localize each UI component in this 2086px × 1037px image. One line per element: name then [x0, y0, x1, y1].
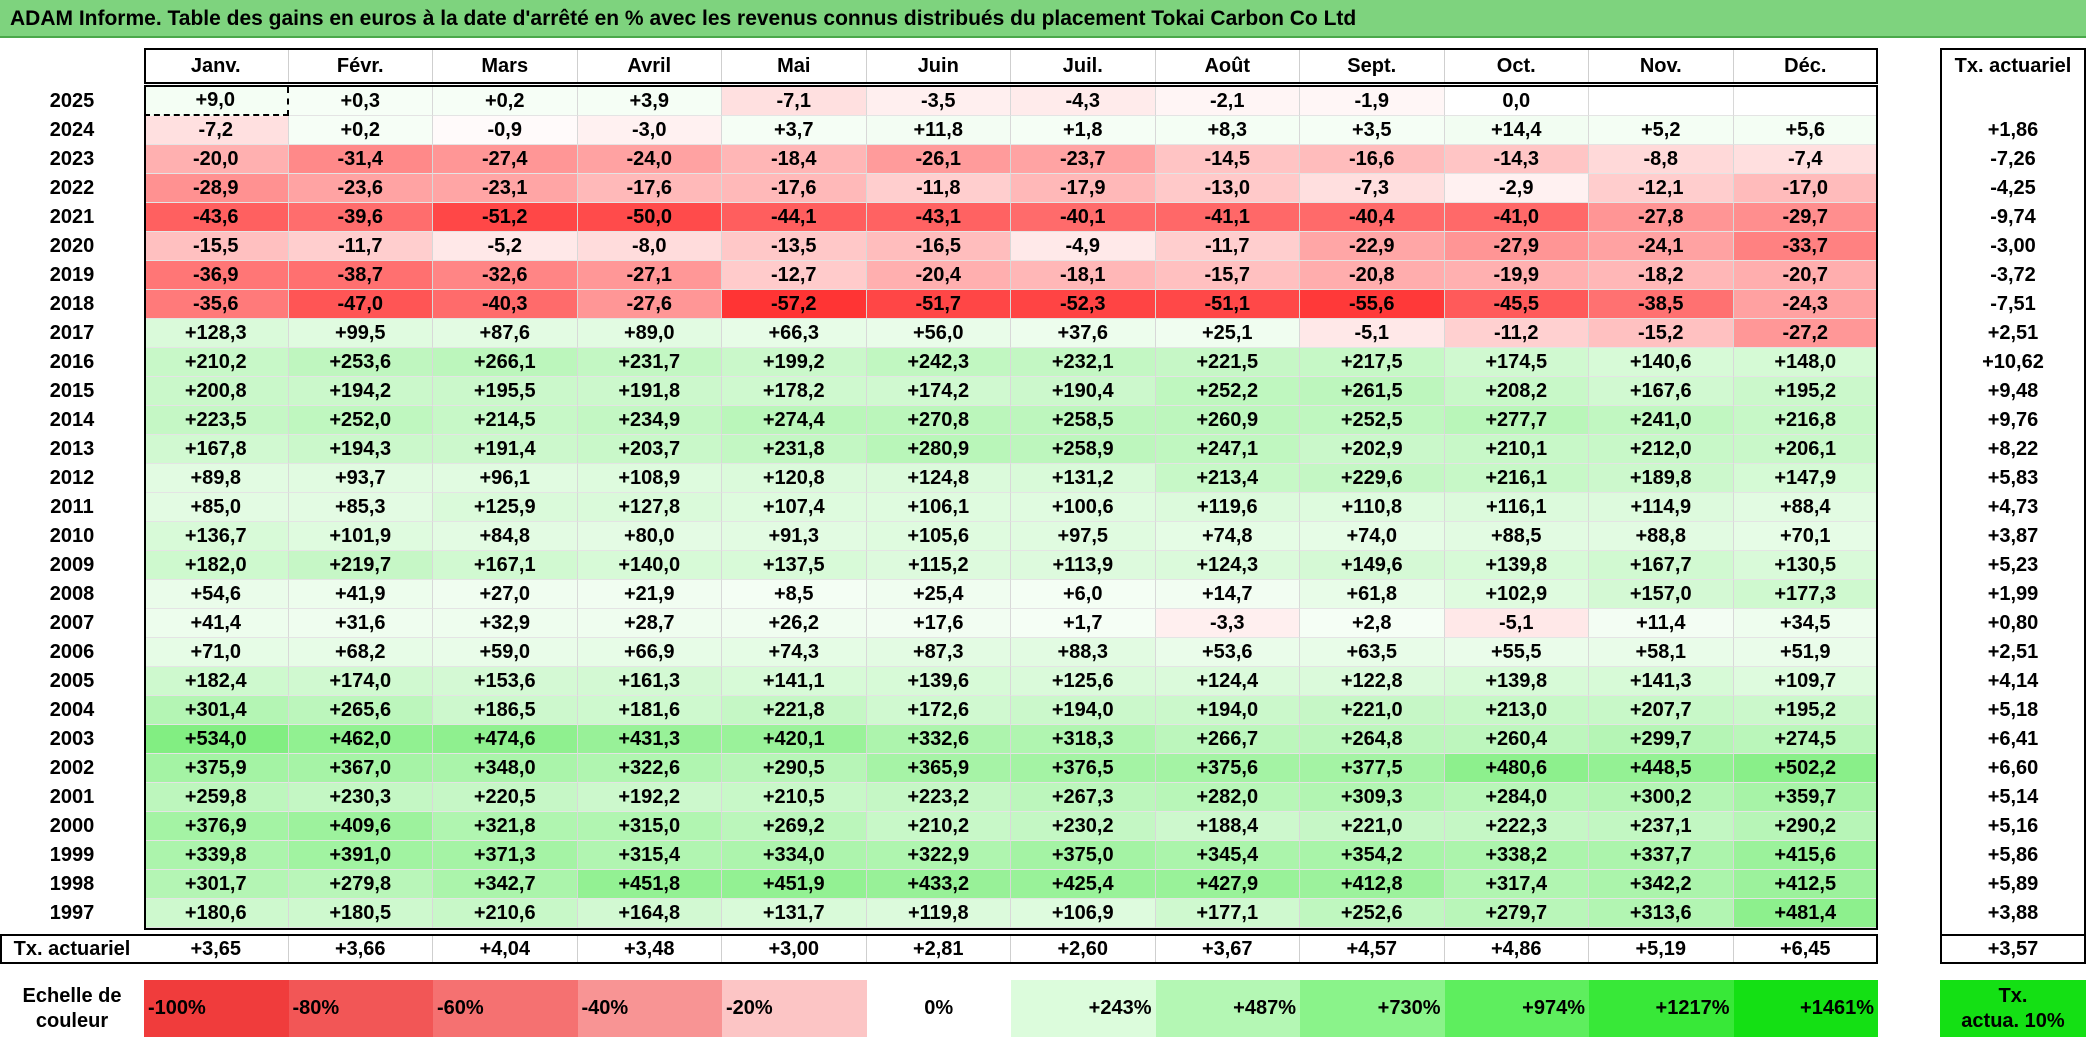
row-year-label: 2004	[0, 696, 144, 725]
row-year-label: 2015	[0, 377, 144, 406]
row-year-label: 2001	[0, 783, 144, 812]
scale-stop: +1461%	[1733, 980, 1878, 1037]
scale-rate-line2: actua. 10%	[1961, 1009, 2065, 1032]
scale-rate-swatch: Tx. actua. 10%	[1940, 980, 2086, 1037]
row-year-label: 2014	[0, 406, 144, 435]
scale-stop: +243%	[1011, 980, 1156, 1037]
scale-stop: +730%	[1300, 980, 1445, 1037]
row-year-label: 2013	[0, 435, 144, 464]
scale-stop: +487%	[1155, 980, 1300, 1037]
row-year-label: 2019	[0, 261, 144, 290]
row-year-label: 2005	[0, 667, 144, 696]
row-year-label: 2024	[0, 116, 144, 145]
page-title: ADAM Informe. Table des gains en euros à…	[10, 7, 1357, 30]
rate-column-frame	[1940, 48, 2086, 964]
row-year-label: 2007	[0, 609, 144, 638]
row-year-label: 2017	[0, 319, 144, 348]
scale-stop: 0%	[866, 980, 1011, 1037]
scale-stop: -100%	[144, 980, 289, 1037]
footer-frame	[0, 934, 1878, 964]
row-year-label: 2018	[0, 290, 144, 319]
scale-stop: -20%	[722, 980, 867, 1037]
title-bar: ADAM Informe. Table des gains en euros à…	[0, 0, 2086, 38]
row-year-label: 2010	[0, 522, 144, 551]
scale-label: Echelle de couleur	[0, 980, 144, 1037]
row-year-label: 1998	[0, 870, 144, 899]
row-year-label: 2023	[0, 145, 144, 174]
body-frame	[144, 85, 1878, 930]
row-year-label: 2006	[0, 638, 144, 667]
scale-stop: +974%	[1444, 980, 1589, 1037]
row-year-label: 2020	[0, 232, 144, 261]
row-year-label: 2008	[0, 580, 144, 609]
row-year-label: 2012	[0, 464, 144, 493]
scale-label-line2: couleur	[35, 1009, 109, 1032]
row-year-label: 1999	[0, 841, 144, 870]
row-year-label: 2009	[0, 551, 144, 580]
scale-stop: -80%	[288, 980, 433, 1037]
scale-stop: -40%	[577, 980, 722, 1037]
row-year-label: 2022	[0, 174, 144, 203]
row-year-label: 2002	[0, 754, 144, 783]
row-year-label: 2025	[0, 87, 144, 116]
scale-stop: +1217%	[1589, 980, 1734, 1037]
scale-rate-line1: Tx.	[1998, 984, 2028, 1007]
header-frame	[144, 48, 1878, 84]
rate-footer-frame	[1940, 934, 2086, 964]
scale-stop: -60%	[433, 980, 578, 1037]
row-year-label: 2003	[0, 725, 144, 754]
row-year-label: 2000	[0, 812, 144, 841]
scale-label-line1: Echelle de	[22, 984, 122, 1007]
row-year-label: 2011	[0, 493, 144, 522]
row-year-label: 1997	[0, 899, 144, 928]
row-year-label: 2016	[0, 348, 144, 377]
row-year-label: 2021	[0, 203, 144, 232]
